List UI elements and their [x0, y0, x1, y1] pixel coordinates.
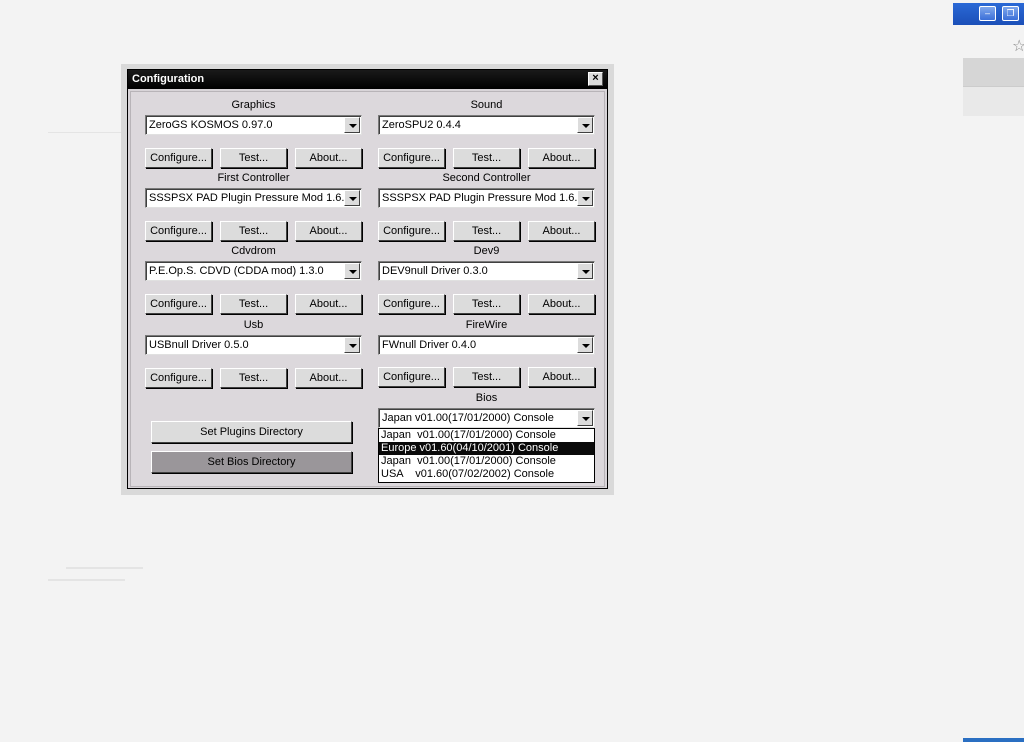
usb-select[interactable]: USBnull Driver 0.5.0	[145, 335, 362, 355]
first-controller-about-button[interactable]: About...	[295, 221, 362, 241]
graphics-test-button[interactable]: Test...	[220, 148, 287, 168]
cdvdrom-label: Cdvdrom	[231, 245, 276, 257]
chevron-down-icon[interactable]	[577, 263, 593, 279]
background-panel	[963, 58, 1024, 86]
bios-option[interactable]: Japan v01.00(17/01/2000) Console	[379, 429, 594, 442]
usb-test-button[interactable]: Test...	[220, 368, 287, 388]
titlebar[interactable]: Configuration ×	[128, 70, 607, 89]
graphics-select[interactable]: ZeroGS KOSMOS 0.97.0	[145, 115, 362, 135]
usb-label: Usb	[243, 319, 264, 331]
cdvdrom-configure-button[interactable]: Configure...	[145, 294, 212, 314]
close-icon[interactable]: ×	[588, 72, 603, 86]
first-controller-configure-button[interactable]: Configure...	[145, 221, 212, 241]
background-line	[48, 132, 128, 133]
sound-configure-button[interactable]: Configure...	[378, 148, 445, 168]
chevron-down-icon[interactable]	[577, 337, 593, 353]
bios-select[interactable]: Japan v01.00(17/01/2000) Console	[378, 408, 595, 428]
window-title: Configuration	[132, 73, 205, 85]
dev9-select[interactable]: DEV9null Driver 0.3.0	[378, 261, 595, 281]
bios-option[interactable]: Japan v01.00(17/01/2000) Console	[379, 455, 594, 468]
second-controller-about-button[interactable]: About...	[528, 221, 595, 241]
sound-about-button[interactable]: About...	[528, 148, 595, 168]
set-plugins-directory-button[interactable]: Set Plugins Directory	[151, 421, 352, 443]
sound-test-button[interactable]: Test...	[453, 148, 520, 168]
chevron-down-icon[interactable]	[577, 410, 593, 426]
cdvdrom-select-value: P.E.Op.S. CDVD (CDDA mod) 1.3.0	[149, 265, 324, 277]
firewire-test-button[interactable]: Test...	[453, 367, 520, 387]
background-line	[48, 579, 125, 581]
bios-dropdown-list: Japan v01.00(17/01/2000) Console Europe …	[378, 428, 595, 483]
firewire-about-button[interactable]: About...	[528, 367, 595, 387]
cdvdrom-test-button[interactable]: Test...	[220, 294, 287, 314]
background-window-controls: – ❐	[953, 3, 1024, 25]
bios-option-selected[interactable]: Europe v01.60(04/10/2001) Console	[379, 442, 594, 455]
second-controller-label: Second Controller	[442, 172, 531, 184]
dev9-select-value: DEV9null Driver 0.3.0	[382, 265, 488, 277]
chevron-down-icon[interactable]	[344, 337, 360, 353]
dev9-configure-button[interactable]: Configure...	[378, 294, 445, 314]
restore-icon[interactable]: ❐	[1002, 6, 1019, 21]
configuration-window: Configuration × Graphics ZeroGS KOSMOS 0…	[127, 69, 608, 489]
sound-select[interactable]: ZeroSPU2 0.4.4	[378, 115, 595, 135]
usb-select-value: USBnull Driver 0.5.0	[149, 339, 249, 351]
graphics-label: Graphics	[231, 99, 276, 111]
chevron-down-icon[interactable]	[344, 263, 360, 279]
dev9-test-button[interactable]: Test...	[453, 294, 520, 314]
usb-configure-button[interactable]: Configure...	[145, 368, 212, 388]
graphics-select-value: ZeroGS KOSMOS 0.97.0	[149, 119, 273, 131]
minimize-icon[interactable]: –	[979, 6, 996, 21]
firewire-select[interactable]: FWnull Driver 0.4.0	[378, 335, 595, 355]
second-controller-select[interactable]: SSSPSX PAD Plugin Pressure Mod 1.6.0	[378, 188, 595, 208]
usb-about-button[interactable]: About...	[295, 368, 362, 388]
graphics-configure-button[interactable]: Configure...	[145, 148, 212, 168]
chevron-down-icon[interactable]	[344, 190, 360, 206]
background-strip	[963, 738, 1024, 742]
cdvdrom-select[interactable]: P.E.Op.S. CDVD (CDDA mod) 1.3.0	[145, 261, 362, 281]
sound-select-value: ZeroSPU2 0.4.4	[382, 119, 461, 131]
chevron-down-icon[interactable]	[344, 117, 360, 133]
background-line	[66, 567, 143, 569]
set-bios-directory-button[interactable]: Set Bios Directory	[151, 451, 352, 473]
second-controller-select-value: SSSPSX PAD Plugin Pressure Mod 1.6.0	[382, 192, 577, 204]
firewire-configure-button[interactable]: Configure...	[378, 367, 445, 387]
chevron-down-icon[interactable]	[577, 190, 593, 206]
first-controller-select-value: SSSPSX PAD Plugin Pressure Mod 1.6.0	[149, 192, 344, 204]
bios-select-value: Japan v01.00(17/01/2000) Console	[382, 412, 554, 424]
first-controller-select[interactable]: SSSPSX PAD Plugin Pressure Mod 1.6.0	[145, 188, 362, 208]
second-controller-configure-button[interactable]: Configure...	[378, 221, 445, 241]
background-panel	[963, 86, 1024, 116]
second-controller-test-button[interactable]: Test...	[453, 221, 520, 241]
first-controller-test-button[interactable]: Test...	[220, 221, 287, 241]
first-controller-label: First Controller	[217, 172, 290, 184]
star-icon[interactable]: ☆	[1012, 36, 1024, 55]
dev9-about-button[interactable]: About...	[528, 294, 595, 314]
firewire-label: FireWire	[465, 319, 508, 331]
sound-label: Sound	[470, 99, 503, 111]
client-area: Graphics ZeroGS KOSMOS 0.97.0 Configure.…	[130, 91, 605, 487]
firewire-select-value: FWnull Driver 0.4.0	[382, 339, 477, 351]
bios-option[interactable]: USA v01.60(07/02/2002) Console	[379, 468, 594, 481]
graphics-about-button[interactable]: About...	[295, 148, 362, 168]
cdvdrom-about-button[interactable]: About...	[295, 294, 362, 314]
dev9-label: Dev9	[473, 245, 500, 257]
chevron-down-icon[interactable]	[577, 117, 593, 133]
bios-label: Bios	[475, 392, 498, 404]
